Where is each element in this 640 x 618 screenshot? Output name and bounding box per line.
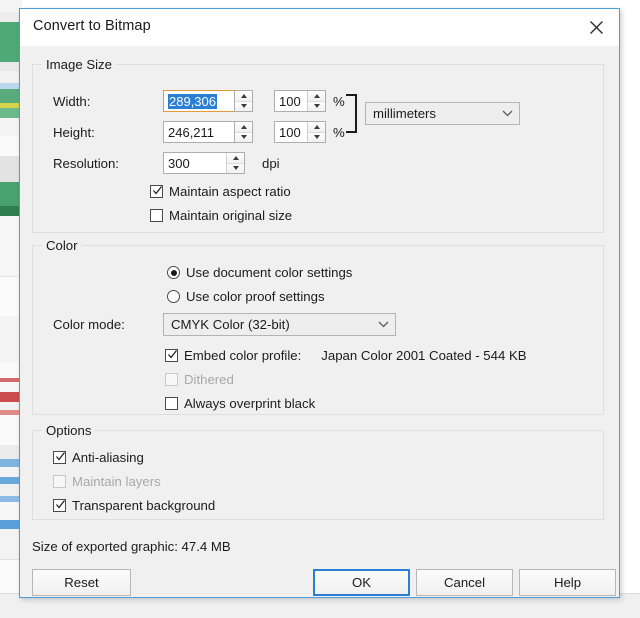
maintain-aspect-ratio-label: Maintain aspect ratio [169, 184, 291, 199]
check-icon [56, 452, 65, 461]
maintain-original-size-label: Maintain original size [169, 208, 293, 223]
width-percent-stepper-down[interactable] [308, 101, 325, 111]
use-color-proof-settings-radio[interactable]: Use color proof settings [167, 289, 325, 304]
resolution-unit-label: dpi [262, 156, 280, 171]
radio-circle [167, 290, 180, 303]
color-mode-value: CMYK Color (32-bit) [171, 317, 290, 332]
maintain-layers-label: Maintain layers [72, 474, 161, 489]
units-value: millimeters [373, 106, 437, 121]
height-stepper-down[interactable] [235, 132, 252, 142]
width-stepper-up[interactable] [235, 91, 252, 102]
dialog-titlebar: Convert to Bitmap [20, 9, 619, 47]
height-percent-stepper-up[interactable] [308, 122, 325, 133]
height-percent-symbol: % [333, 125, 345, 140]
transparent-background-label: Transparent background [72, 498, 216, 513]
check-icon [56, 500, 65, 509]
checkbox-box [165, 349, 178, 362]
height-percent-stepper[interactable] [307, 122, 325, 142]
reset-button[interactable]: Reset [32, 569, 131, 596]
chevron-down-icon [371, 321, 395, 328]
checkbox-box [165, 397, 178, 410]
height-label: Height: [53, 125, 95, 140]
resolution-stepper[interactable] [226, 153, 244, 173]
resolution-stepper-down[interactable] [227, 163, 244, 173]
always-overprint-black-label: Always overprint black [184, 396, 316, 411]
dialog-body: Image Size Width: 289,306 100 % Height: … [20, 46, 619, 597]
embed-color-profile-value: Japan Color 2001 Coated - 544 KB [321, 348, 527, 363]
maintain-aspect-ratio-checkbox[interactable]: Maintain aspect ratio [150, 184, 291, 199]
width-percent-input[interactable]: 100 [274, 90, 326, 112]
use-document-color-settings-label: Use document color settings [186, 265, 353, 280]
width-stepper[interactable] [234, 90, 253, 112]
height-percent-input[interactable]: 100 [274, 121, 326, 143]
checkbox-box [53, 499, 66, 512]
anti-aliasing-label: Anti-aliasing [72, 450, 144, 465]
width-percent-symbol: % [333, 94, 345, 109]
image-size-legend: Image Size [42, 57, 116, 72]
dithered-checkbox: Dithered [165, 372, 234, 387]
height-input-text: 246,211 [168, 124, 215, 140]
color-legend: Color [42, 238, 82, 253]
use-color-proof-settings-label: Use color proof settings [186, 289, 325, 304]
height-percent-stepper-down[interactable] [308, 132, 325, 142]
width-stepper-down[interactable] [235, 101, 252, 111]
width-input-text: 289,306 [168, 93, 217, 109]
help-button[interactable]: Help [519, 569, 616, 596]
maintain-layers-checkbox: Maintain layers [53, 474, 161, 489]
check-icon [153, 186, 162, 195]
units-dropdown[interactable]: millimeters [365, 102, 520, 125]
checkbox-box [150, 185, 163, 198]
resolution-input-text: 300 [168, 155, 190, 171]
checkbox-box [165, 373, 178, 386]
width-percent-stepper-up[interactable] [308, 91, 325, 102]
exported-size-text: Size of exported graphic: 47.4 MB [32, 539, 231, 554]
percent-link-bracket [346, 94, 357, 133]
width-percent-text: 100 [279, 93, 301, 109]
close-icon[interactable] [573, 9, 619, 45]
width-label: Width: [53, 94, 91, 109]
color-mode-dropdown[interactable]: CMYK Color (32-bit) [163, 313, 396, 336]
resolution-label: Resolution: [53, 156, 119, 171]
height-input[interactable]: 246,211 [163, 121, 235, 143]
resolution-stepper-up[interactable] [227, 153, 244, 164]
options-legend: Options [42, 423, 96, 438]
height-stepper[interactable] [234, 121, 253, 143]
height-percent-text: 100 [279, 124, 301, 140]
chevron-down-icon [495, 110, 519, 117]
anti-aliasing-checkbox[interactable]: Anti-aliasing [53, 450, 144, 465]
checkbox-box [53, 475, 66, 488]
width-input[interactable]: 289,306 [163, 90, 235, 112]
embed-color-profile-label: Embed color profile: [184, 348, 302, 363]
cancel-button[interactable]: Cancel [416, 569, 513, 596]
use-document-color-settings-radio[interactable]: Use document color settings [167, 265, 352, 280]
color-mode-label: Color mode: [53, 317, 125, 332]
radio-circle [167, 266, 180, 279]
check-icon [168, 350, 177, 359]
height-stepper-up[interactable] [235, 122, 252, 133]
ok-button[interactable]: OK [313, 569, 410, 596]
always-overprint-black-checkbox[interactable]: Always overprint black [165, 396, 315, 411]
transparent-background-checkbox[interactable]: Transparent background [53, 498, 215, 513]
radio-dot [170, 269, 177, 276]
maintain-original-size-checkbox[interactable]: Maintain original size [150, 208, 292, 223]
checkbox-box [150, 209, 163, 222]
embed-color-profile-checkbox[interactable]: Embed color profile: Japan Color 2001 Co… [165, 348, 527, 363]
resolution-input[interactable]: 300 [163, 152, 245, 174]
convert-to-bitmap-dialog: Convert to Bitmap Image Size Width: 289,… [19, 8, 620, 598]
width-percent-stepper[interactable] [307, 91, 325, 111]
dialog-title: Convert to Bitmap [33, 18, 151, 34]
dithered-label: Dithered [184, 372, 234, 387]
checkbox-box [53, 451, 66, 464]
